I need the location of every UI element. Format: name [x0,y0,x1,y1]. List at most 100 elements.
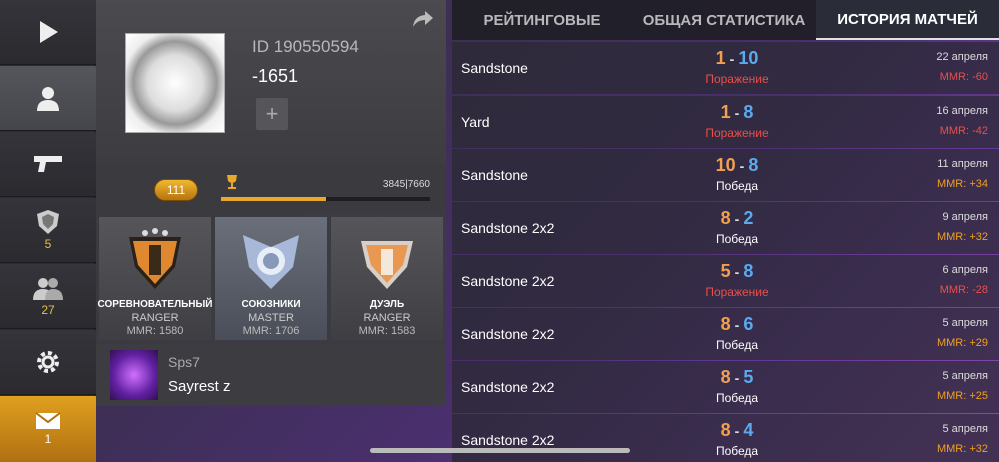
rank-tier: MASTER [248,312,294,324]
match-date: 5 апреля [942,370,989,382]
match-row[interactable]: Sandstone 2x2 8-5 Победа 5 апреля MMR: +25 [452,361,999,413]
match-score: 8-2 [692,208,782,229]
match-row[interactable]: Sandstone 2x2 8-6 Победа 5 апреля MMR: +29 [452,308,999,360]
home-indicator [370,448,630,453]
match-result: Победа [715,391,759,405]
rank-mmr: MMR: 1706 [242,325,300,337]
score-separator: - [734,317,740,333]
score-separator: - [734,264,740,280]
mail-button[interactable]: 1 [0,396,96,462]
friend-avatar [110,350,158,400]
score-separator: - [739,158,745,174]
map-name: Sandstone 2x2 [461,432,555,448]
ranger-emblem-icon [129,228,181,289]
team-score: 8 [720,208,731,228]
avatar[interactable] [125,33,225,133]
match-row[interactable]: Sandstone 10-8 Победа 11 апреля MMR: +34 [452,149,999,201]
clan-count: 5 [44,237,52,251]
match-history-list[interactable]: Sandstone 1-10 Поражение 22 апреля MMR: -60 Y… [452,42,999,462]
rank-tier: RANGER [363,312,411,324]
match-result: Поражение [705,285,769,299]
level-badge: 111 [154,179,198,201]
match-date: 16 апреля [936,105,988,117]
clan-button[interactable]: 5 [0,198,96,263]
match-result: Победа [715,179,759,193]
mail-icon [35,412,61,429]
clan-shield-icon [37,210,59,234]
enemy-score: 2 [743,208,754,228]
match-row[interactable]: Yard 1-8 Поражение 16 апреля MMR: -42 [452,96,999,148]
tab-ranked[interactable]: РЕЙТИНГОВЫЕ [452,0,632,40]
tab-match-history[interactable]: ИСТОРИЯ МАТЧЕЙ [816,0,999,40]
match-score: 8-5 [692,367,782,388]
map-name: Sandstone 2x2 [461,326,555,342]
match-mmr: MMR: +34 [936,178,988,190]
map-name: Sandstone 2x2 [461,273,555,289]
match-row[interactable]: Sandstone 2x2 8-2 Победа 9 апреля MMR: +32 [452,202,999,254]
match-mmr: MMR: -42 [939,125,988,137]
sidebar: 5 27 1 [0,0,96,462]
profile-panel: ID 190550594 -1651 + 111 3845|7660 СОРЕВ… [96,0,446,406]
gear-icon [37,351,59,373]
enemy-score: 6 [743,314,754,334]
share-icon[interactable] [412,10,434,34]
match-date: 5 апреля [942,317,989,329]
rank-card-competitive[interactable]: СОРЕВНОВАТЕЛЬНЫЙ RANGER MMR: 1580 [97,217,213,340]
rank-card-allies[interactable]: СОЮЗНИКИ MASTER MMR: 1706 [215,217,327,340]
enemy-score: 10 [738,48,759,68]
rank-tier: RANGER [131,312,179,324]
settings-button[interactable] [0,330,96,395]
match-row[interactable]: Sandstone 2x2 5-8 Поражение 6 апреля MMR: -2… [452,255,999,307]
match-score: 1-8 [692,102,782,123]
match-date: 5 апреля [942,423,989,435]
score-separator: - [734,105,740,121]
match-result: Поражение [705,126,769,140]
match-result: Победа [715,232,759,246]
team-score: 8 [720,420,731,440]
map-name: Sandstone 2x2 [461,379,555,395]
master-emblem-icon [243,235,299,289]
match-score: 1-10 [692,48,782,69]
team-score: 1 [715,48,726,68]
score-separator: - [729,51,735,67]
profile-header: ID 190550594 -1651 + [96,0,446,163]
team-score: 10 [715,155,736,175]
match-mmr: MMR: -28 [939,284,988,296]
match-row[interactable]: Sandstone 2x2 8-4 Победа 5 апреля MMR: +32 [452,414,999,462]
xp-text: 3845|7660 [382,179,430,190]
friend-row[interactable]: Sps7 Sayrest z [96,344,446,406]
player-id: ID 190550594 [252,37,359,56]
match-mmr: MMR: +32 [936,443,988,455]
match-result: Победа [715,338,759,352]
team-score: 1 [720,102,731,122]
tab-general-stats[interactable]: ОБЩАЯ СТАТИСТИКА [632,0,816,40]
rank-mode-name: СОРЕВНОВАТЕЛЬНЫЙ [97,299,213,310]
play-icon [40,21,58,43]
add-button[interactable]: + [256,98,288,130]
trophy-icon [224,174,240,194]
match-mmr: MMR: +32 [936,231,988,243]
match-date: 6 апреля [942,264,989,276]
rank-mode-name: СОЮЗНИКИ [241,299,301,310]
friends-button[interactable]: 27 [0,264,96,329]
friend-name: Sayrest z [168,378,231,395]
team-score: 5 [720,261,731,281]
score-separator: - [734,211,740,227]
rank-card-duel[interactable]: ДУЭЛЬ RANGER MMR: 1583 [331,217,443,340]
match-score: 10-8 [692,155,782,176]
enemy-score: 8 [748,155,759,175]
xp-progress-bar [221,197,430,201]
player-score: -1651 [252,66,299,86]
match-score: 8-4 [692,420,782,441]
play-button[interactable] [0,0,96,65]
enemy-score: 8 [743,261,754,281]
profile-tab-button[interactable] [0,66,96,131]
match-row[interactable]: Sandstone 1-10 Поражение 22 апреля MMR: -60 [452,42,999,94]
profile-icon [37,87,59,111]
weapons-button[interactable] [0,132,96,197]
match-result: Победа [715,444,759,458]
team-score: 8 [720,314,731,334]
rank-mode-name: ДУЭЛЬ [369,299,405,310]
match-date: 9 апреля [942,211,989,223]
ranger-emblem-icon [361,241,413,289]
